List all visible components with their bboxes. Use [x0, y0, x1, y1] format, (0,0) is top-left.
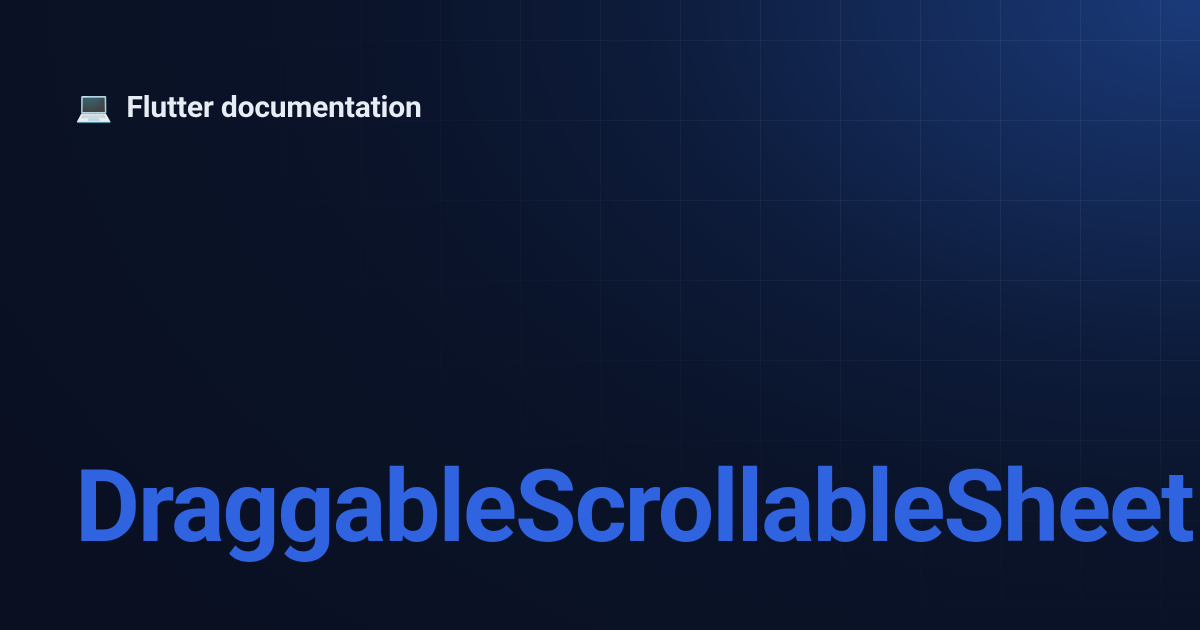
- content-area: 💻 Flutter documentation DraggableScrolla…: [0, 0, 1200, 630]
- site-title: Flutter documentation: [126, 90, 421, 125]
- page-title: DraggableScrollableSheet: [75, 455, 1125, 560]
- site-header: 💻 Flutter documentation: [75, 90, 1125, 125]
- laptop-icon: 💻: [75, 93, 112, 123]
